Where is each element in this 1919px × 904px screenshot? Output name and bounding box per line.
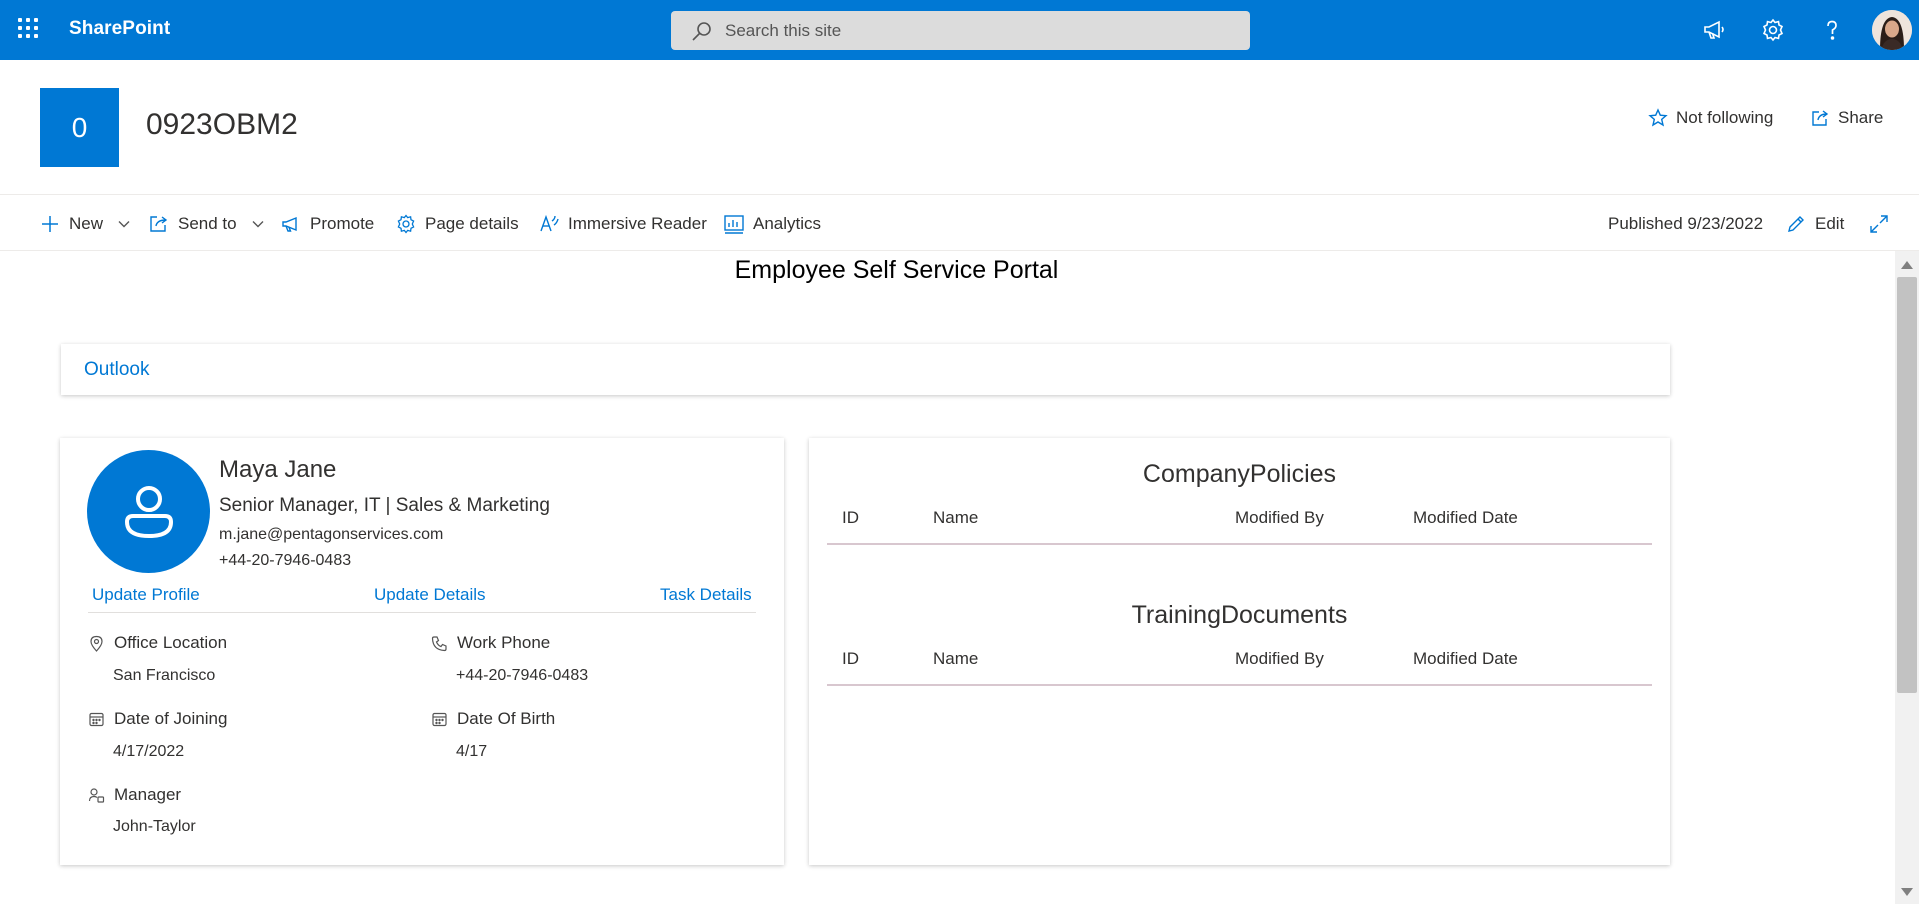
scroll-thumb[interactable] — [1897, 277, 1917, 693]
page-details-label: Page details — [425, 214, 519, 233]
gear-icon — [397, 214, 415, 234]
header-divider — [0, 194, 1919, 195]
update-profile-link[interactable]: Update Profile — [92, 585, 200, 605]
profile-phone: +44-20-7946-0483 — [219, 552, 352, 569]
megaphone-icon[interactable] — [1701, 17, 1727, 43]
work-phone-value: +44-20-7946-0483 — [456, 667, 589, 684]
site-title[interactable]: 0923OBM2 — [146, 108, 298, 142]
promote-label: Promote — [310, 214, 375, 233]
training-documents-title: TrainingDocuments — [1131, 601, 1348, 629]
search-box[interactable] — [671, 11, 1250, 50]
company-policies-column-modified-date[interactable]: Modified Date — [1413, 508, 1518, 528]
plus-icon — [42, 216, 58, 232]
training-documents-column-modified-by[interactable]: Modified By — [1235, 649, 1324, 669]
promote-button[interactable]: Promote — [280, 210, 374, 238]
company-policies-column-modified-by[interactable]: Modified By — [1235, 508, 1324, 528]
vertical-scrollbar[interactable] — [1895, 251, 1919, 904]
settings-icon[interactable] — [1760, 17, 1786, 43]
manager-label: Manager — [88, 785, 181, 805]
new-label: New — [69, 214, 104, 233]
office-location-label: Office Location — [88, 633, 227, 653]
expand-icon — [1870, 215, 1888, 233]
help-icon[interactable] — [1819, 17, 1845, 43]
profile-name: Maya Jane — [219, 456, 337, 483]
commandbar-divider — [0, 250, 1919, 251]
company-policies-title: CompanyPolicies — [1142, 460, 1337, 488]
search-input[interactable] — [725, 11, 1225, 50]
search-icon — [692, 22, 711, 41]
megaphone-icon — [282, 216, 297, 232]
outlook-link[interactable]: Outlook — [84, 359, 149, 381]
expand-button[interactable] — [1868, 210, 1890, 238]
profile-email: m.jane@pentagonservices.com — [219, 526, 444, 543]
send-to-button[interactable]: Send to — [148, 210, 265, 238]
person-icon — [124, 485, 173, 538]
analytics-icon — [724, 215, 744, 234]
immersive-reader-label: Immersive Reader — [568, 214, 707, 233]
follow-label: Not following — [1676, 108, 1774, 127]
profile-avatar — [87, 450, 210, 573]
training-documents-column-id[interactable]: ID — [842, 649, 859, 669]
edit-label: Edit — [1815, 214, 1845, 233]
calendar-icon — [89, 712, 104, 726]
task-details-link[interactable]: Task Details — [660, 585, 752, 605]
chevron-down-icon — [118, 221, 130, 228]
training-documents-column-name[interactable]: Name — [933, 649, 978, 669]
pencil-icon — [1788, 216, 1804, 232]
manager-value: John-Taylor — [113, 818, 196, 835]
company-policies-header-line — [827, 543, 1652, 545]
share-icon — [1812, 110, 1829, 126]
date-of-joining-value: 4/17/2022 — [113, 743, 185, 760]
company-policies-column-id[interactable]: ID — [842, 508, 859, 528]
share-button[interactable]: Share — [1810, 108, 1883, 128]
profile-card: Maya Jane Senior Manager, IT | Sales & M… — [60, 438, 784, 865]
waffle-icon[interactable] — [18, 18, 42, 42]
app-name[interactable]: SharePoint — [69, 18, 170, 40]
work-phone-label: Work Phone — [431, 633, 550, 653]
page-heading: Employee Self Service Portal — [734, 256, 1059, 284]
training-documents-column-modified-date[interactable]: Modified Date — [1413, 649, 1518, 669]
site-logo[interactable]: 0 — [40, 88, 119, 167]
update-details-link[interactable]: Update Details — [374, 585, 486, 605]
documents-card: CompanyPolicies ID Name Modified By Modi… — [809, 438, 1670, 865]
published-status: Published 9/23/2022 — [1608, 214, 1764, 233]
user-avatar[interactable] — [1872, 10, 1912, 50]
send-icon — [150, 216, 168, 232]
training-documents-header-line — [827, 684, 1652, 686]
profile-title: Senior Manager, IT | Sales & Marketing — [219, 495, 550, 516]
immersive-reader-button[interactable]: Immersive Reader — [538, 210, 707, 238]
chevron-down-icon — [252, 221, 264, 228]
scroll-down-icon[interactable] — [1901, 888, 1913, 896]
immersive-reader-icon — [540, 214, 559, 232]
scroll-up-icon[interactable] — [1901, 261, 1913, 269]
phone-icon — [431, 635, 447, 651]
date-of-birth-value: 4/17 — [456, 743, 488, 760]
analytics-button[interactable]: Analytics — [723, 210, 821, 238]
office-location-value: San Francisco — [113, 667, 216, 684]
outlook-card: Outlook — [61, 344, 1670, 395]
location-pin-icon — [90, 635, 103, 652]
company-policies-column-name[interactable]: Name — [933, 508, 978, 528]
analytics-label: Analytics — [753, 214, 822, 233]
calendar-icon — [432, 712, 447, 726]
suite-bar: SharePoint — [0, 0, 1919, 60]
profile-divider — [88, 612, 756, 613]
send-to-label: Send to — [178, 214, 237, 233]
page-details-button[interactable]: Page details — [395, 210, 519, 238]
new-button[interactable]: New — [39, 210, 131, 238]
date-of-joining-label: Date of Joining — [88, 709, 227, 729]
edit-button[interactable]: Edit — [1785, 210, 1844, 238]
star-icon — [1648, 108, 1668, 127]
person-badge-icon — [88, 787, 105, 803]
follow-button[interactable]: Not following — [1648, 108, 1773, 128]
share-label: Share — [1838, 108, 1884, 127]
date-of-birth-label: Date Of Birth — [431, 709, 555, 729]
